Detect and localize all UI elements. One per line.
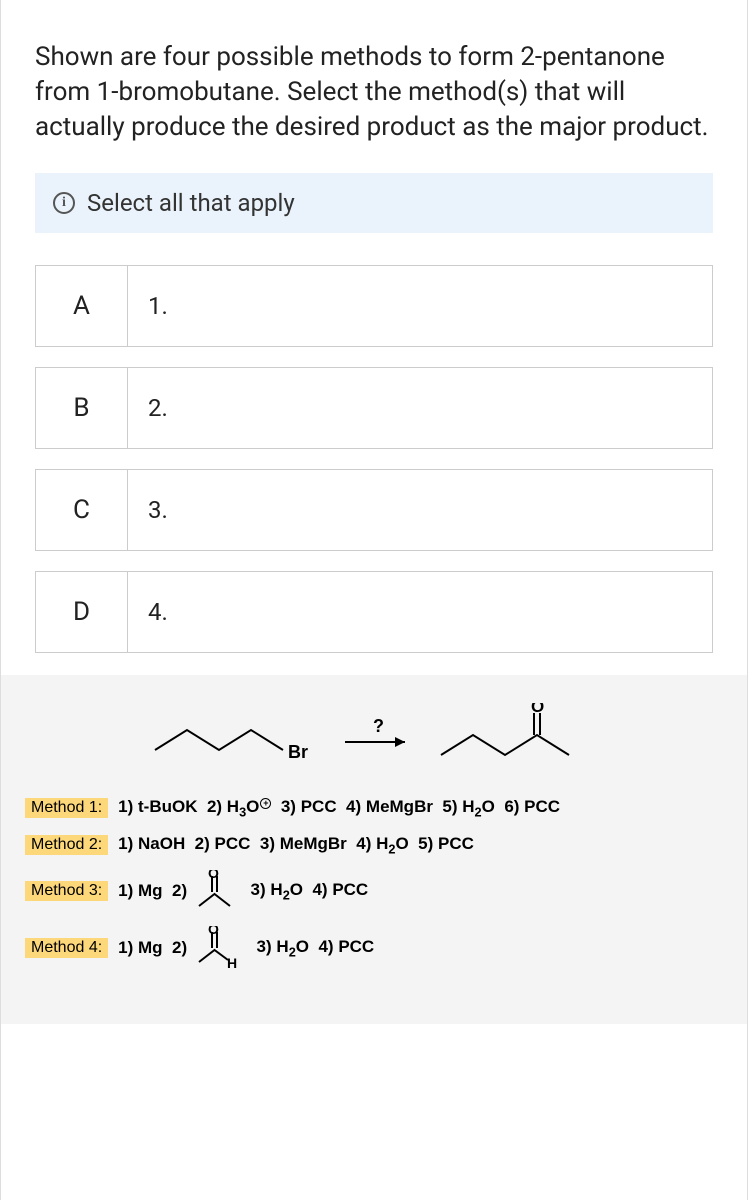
- svg-text:H: H: [227, 955, 237, 970]
- option-d[interactable]: D 4.: [35, 571, 713, 653]
- option-letter: D: [36, 572, 128, 652]
- svg-text:?: ?: [373, 718, 384, 736]
- info-icon: i: [53, 192, 75, 214]
- reactant-structure-icon: Br: [145, 708, 325, 768]
- method-steps: 1) NaOH 2) PCC 3) MeMgBr 4) H2O 5) PCC: [118, 834, 474, 856]
- option-b[interactable]: B 2.: [35, 367, 713, 449]
- method-tag: Method 1:: [25, 798, 108, 818]
- option-letter: C: [36, 470, 128, 550]
- option-a[interactable]: A 1.: [35, 265, 713, 347]
- method-steps: 1) t-BuOK 2) H3O+ 3) PCC 4) MeMgBr 5) H2…: [118, 797, 560, 819]
- option-label: 3.: [128, 470, 712, 550]
- acetaldehyde-structure-icon: O H: [193, 926, 241, 970]
- method-steps: 1) Mg 2): [118, 881, 187, 901]
- product-structure-icon: O: [433, 703, 603, 773]
- option-label: 2.: [128, 368, 712, 448]
- option-letter: B: [36, 368, 128, 448]
- method-4: Method 4: 1) Mg 2) O H 3) H2O 4) PCC: [25, 926, 723, 970]
- svg-text:O: O: [208, 926, 219, 937]
- option-label: 1.: [128, 266, 712, 346]
- method-tag: Method 4:: [25, 938, 108, 958]
- method-steps-tail: 3) H2O 4) PCC: [247, 937, 374, 959]
- reaction-arrow-icon: ?: [339, 718, 419, 758]
- option-label: 4.: [128, 572, 712, 652]
- svg-text:O: O: [531, 703, 544, 716]
- method-2: Method 2: 1) NaOH 2) PCC 3) MeMgBr 4) H2…: [25, 834, 723, 856]
- svg-text:O: O: [208, 870, 219, 881]
- method-tag: Method 3:: [25, 881, 108, 901]
- method-1: Method 1: 1) t-BuOK 2) H3O+ 3) PCC 4) Me…: [25, 797, 723, 819]
- method-steps-tail: 3) H2O 4) PCC: [241, 880, 368, 902]
- option-c[interactable]: C 3.: [35, 469, 713, 551]
- method-tag: Method 2:: [25, 835, 108, 855]
- question-text: Shown are four possible methods to form …: [35, 40, 713, 145]
- hint-banner: i Select all that apply: [35, 173, 713, 233]
- method-steps: 1) Mg 2): [118, 938, 187, 958]
- svg-text:Br: Br: [288, 742, 308, 762]
- options-list: A 1. B 2. C 3. D 4.: [35, 265, 713, 653]
- methods-panel: Br ? O Method 1: 1) t-BuOK 2) H3O+ 3) PC…: [1, 675, 747, 1024]
- option-letter: A: [36, 266, 128, 346]
- reaction-scheme: Br ? O: [25, 703, 723, 773]
- method-3: Method 3: 1) Mg 2) O 3) H2O 4) PCC: [25, 870, 723, 912]
- acetone-structure-icon: O: [193, 870, 235, 912]
- hint-text: Select all that apply: [87, 189, 295, 217]
